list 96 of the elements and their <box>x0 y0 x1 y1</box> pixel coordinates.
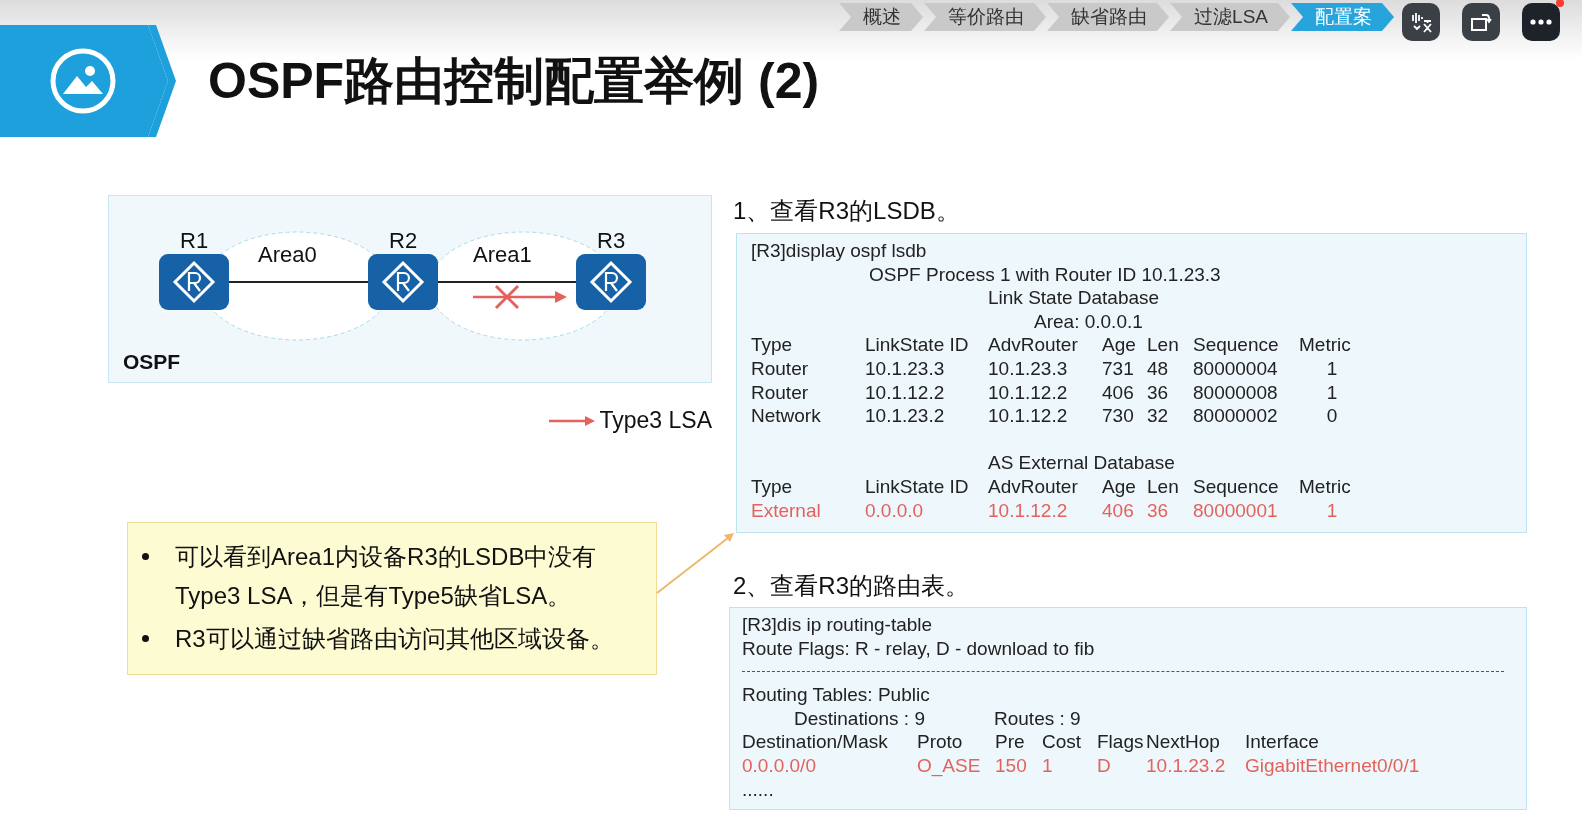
note-text: R3可以通过缺省路由访问其他区域设备。 <box>175 624 614 654</box>
column-header: Age <box>1102 333 1137 357</box>
table-cell-text: Router <box>751 380 810 405</box>
table-cell-text: Router <box>751 356 810 381</box>
legend-label: Type3 LSA <box>599 407 712 434</box>
table-cell-text: 10.1.12.2 <box>865 380 946 405</box>
notification-dot <box>1556 0 1564 7</box>
table-cell-text: 10.1.12.2 <box>988 498 1069 523</box>
console-line: Area: 0.0.0.1 <box>1033 309 1143 334</box>
console-line: ...... <box>742 777 774 802</box>
column-header: Sequence <box>1193 474 1280 499</box>
column-header: Proto <box>917 730 964 754</box>
column-header: Len <box>1147 333 1180 357</box>
translate-button[interactable] <box>1402 3 1440 41</box>
bullet-icon <box>142 635 149 642</box>
table-cell-text: 1 <box>1325 356 1339 381</box>
table-cell-text: 1 <box>1325 380 1339 405</box>
console-line: Link State Database <box>987 286 1160 310</box>
breadcrumb-tab[interactable]: 概述 <box>839 3 924 31</box>
table-cell-text: 1 <box>1042 753 1054 778</box>
console-line: AS External Database <box>987 451 1175 475</box>
column-header: Sequence <box>1193 333 1280 357</box>
column-header: Metric <box>1299 333 1352 357</box>
table-cell-text: 0.0.0.0 <box>865 498 925 523</box>
console-line: Routes : 9 <box>994 706 1082 731</box>
table-cell-text: D <box>1097 753 1112 778</box>
column-header: Cost <box>1042 730 1083 754</box>
table-cell-text: 10.1.23.3 <box>988 356 1069 381</box>
column-header: Destination/Mask <box>742 730 889 754</box>
table-cell-text: 32 <box>1147 404 1170 428</box>
image-icon <box>50 48 116 114</box>
console-line: Destinations : 9 <box>794 706 926 731</box>
column-header: Interface <box>1245 730 1320 754</box>
table-cell-text: 36 <box>1147 498 1170 523</box>
column-header: AdvRouter <box>988 333 1079 357</box>
router-label: R3 <box>597 228 626 254</box>
table-cell-text: 36 <box>1147 380 1170 405</box>
column-header: NextHop <box>1146 730 1221 754</box>
table-cell-text: GigabitEthernet0/0/1 <box>1245 753 1421 778</box>
table-cell-text: O_ASE <box>917 753 982 778</box>
table-cell-text: 731 <box>1102 356 1135 381</box>
table-cell-text: Network <box>751 404 822 428</box>
command-line: [R3]display ospf lsdb <box>751 239 927 263</box>
router-icon <box>589 260 633 304</box>
domain-label: OSPF <box>123 350 181 374</box>
router-icon <box>381 260 425 304</box>
column-header: Pre <box>995 730 1026 754</box>
translate-icon <box>1410 11 1432 33</box>
table-cell-text: 406 <box>1102 380 1135 405</box>
table-cell-text: 10.1.12.2 <box>988 404 1069 428</box>
table-cell-text: 10.1.23.2 <box>865 404 946 428</box>
breadcrumb-tab[interactable]: 缺省路由 <box>1047 3 1170 31</box>
section-heading: 2、查看R3的路由表。 <box>732 571 971 600</box>
column-header: Flags <box>1097 730 1145 754</box>
table-cell-text: External <box>751 498 822 523</box>
router-icon <box>172 260 216 304</box>
slide-title: OSPF路由控制配置举例 (2) <box>208 51 820 111</box>
column-header: Type <box>751 474 794 499</box>
table-cell-text: 80000001 <box>1193 498 1279 523</box>
table-cell-text: 10.1.12.2 <box>988 380 1069 405</box>
column-header: LinkState ID <box>865 333 970 357</box>
arrow-icon <box>549 414 596 427</box>
table-cell-text: 0 <box>1325 404 1339 428</box>
table-cell-text: 80000002 <box>1193 404 1279 428</box>
column-header: Metric <box>1299 474 1352 499</box>
section-heading: 1、查看R3的LSDB。 <box>732 196 961 225</box>
column-header: AdvRouter <box>988 474 1079 499</box>
table-cell-text: 48 <box>1147 356 1170 381</box>
table-cell-text: 10.1.23.3 <box>865 356 946 381</box>
breadcrumb-tab[interactable]: 过滤LSA <box>1170 3 1290 31</box>
table-cell-text: 80000008 <box>1193 380 1279 405</box>
table-cell-text: 0.0.0.0/0 <box>742 753 817 778</box>
router-label: R2 <box>389 228 418 254</box>
table-cell-text: 406 <box>1102 498 1135 523</box>
table-cell-text: 80000004 <box>1193 356 1279 381</box>
command-line: [R3]dis ip routing-table <box>742 613 933 637</box>
area-label: Area0 <box>258 242 317 268</box>
area-label: Area1 <box>473 242 532 268</box>
table-cell-text: 1 <box>1325 498 1339 523</box>
table-cell-text: 150 <box>995 753 1028 778</box>
column-header: Type <box>751 333 794 357</box>
column-header: LinkState ID <box>865 474 970 499</box>
table-cell-text: 730 <box>1102 404 1135 428</box>
bullet-icon <box>142 553 149 560</box>
rotate-screen-icon <box>1470 11 1492 33</box>
table-cell-text: 10.1.23.2 <box>1146 753 1227 778</box>
column-header: Age <box>1102 474 1137 499</box>
note-text: 可以看到Area1内设备R3的LSDB中没有Type3 LSA，但是有Type5缺省LSA。 <box>175 542 598 611</box>
router-label: R1 <box>180 228 209 254</box>
more-icon <box>1530 19 1552 25</box>
breadcrumb-tab[interactable]: 等价路由 <box>924 3 1047 31</box>
console-line: Routing Tables: Public <box>742 683 930 707</box>
rotate-button[interactable] <box>1462 3 1500 41</box>
column-header: Len <box>1147 474 1180 499</box>
console-line: OSPF Process 1 with Router ID 10.1.23.3 <box>868 262 1221 287</box>
console-line: Route Flags: R - relay, D - download to fib <box>742 636 1095 661</box>
